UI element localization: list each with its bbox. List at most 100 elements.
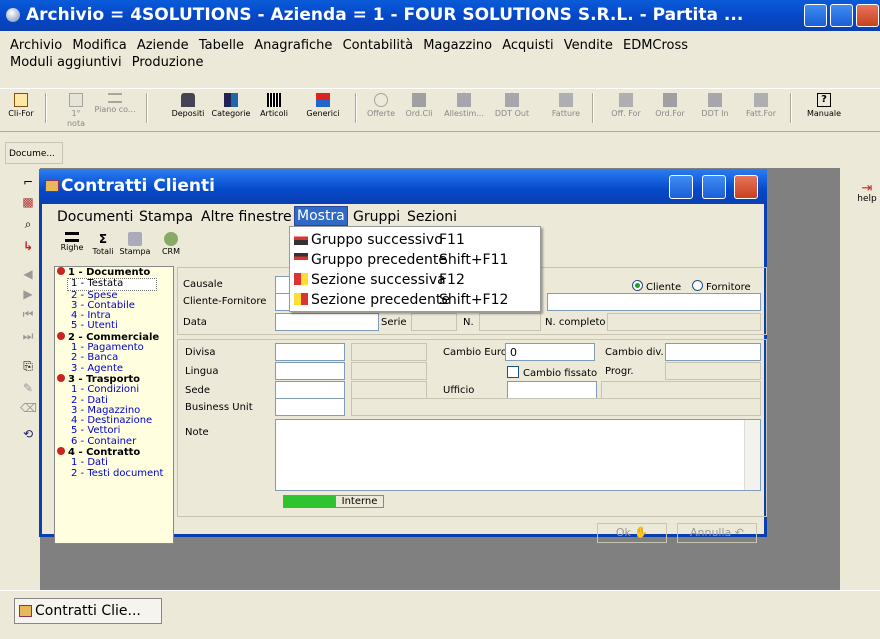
- toolbar-depositi-button[interactable]: Depositi: [168, 93, 208, 119]
- tree-item[interactable]: 2 - Testi document: [55, 468, 173, 479]
- toolbar-ddt-out-button[interactable]: DDT Out: [490, 93, 534, 119]
- gruppo-precedente-item[interactable]: Gruppo precedente Shift+F11: [294, 250, 508, 270]
- tree-item[interactable]: 3 - Agente: [55, 363, 173, 374]
- divisa-desc-field: [351, 343, 427, 361]
- stampa-button[interactable]: Stampa: [118, 232, 152, 257]
- toolbar-generici-button[interactable]: Generici: [303, 93, 343, 119]
- toolbar-fatt-for-button[interactable]: Fatt.For: [740, 93, 782, 119]
- menu-altre-finestre[interactable]: Altre finestre: [199, 206, 294, 228]
- menu-archivio[interactable]: Archivio: [10, 38, 62, 53]
- menu-mostra[interactable]: Mostra: [294, 206, 348, 226]
- group-next-icon: [294, 233, 308, 245]
- menu-acquisti[interactable]: Acquisti: [502, 38, 553, 53]
- next-record-icon[interactable]: ▶: [20, 286, 36, 302]
- crm-button[interactable]: CRM: [156, 232, 186, 257]
- menu-anagrafiche[interactable]: Anagrafiche: [254, 38, 332, 53]
- cliente-fornitore-name-field[interactable]: [547, 293, 761, 311]
- serie-label: Serie: [381, 317, 407, 328]
- help-button[interactable]: ⇥ help: [856, 182, 878, 204]
- section-prev-icon: [294, 293, 308, 305]
- refresh-icon[interactable]: ⟲: [20, 426, 36, 442]
- menu-produzione[interactable]: Produzione: [132, 55, 204, 70]
- n-field[interactable]: [479, 313, 541, 331]
- order-icon: [412, 93, 426, 107]
- fornitore-radio[interactable]: Fornitore: [692, 280, 751, 294]
- menu-sezioni[interactable]: Sezioni: [405, 206, 459, 228]
- toolbar-allestimento-button[interactable]: Allestim...: [442, 93, 486, 119]
- child-maximize-button[interactable]: [702, 175, 726, 199]
- cliente-radio[interactable]: Cliente: [632, 280, 681, 294]
- menu-contabilita[interactable]: Contabilità: [343, 38, 413, 53]
- toolbar-prima-nota-button[interactable]: 1° nota: [62, 93, 90, 129]
- n-completo-field[interactable]: [607, 313, 761, 331]
- divisa-field[interactable]: [275, 343, 345, 361]
- tab-interne[interactable]: Interne: [335, 495, 385, 508]
- tree-group[interactable]: 1 - Documento: [55, 267, 173, 278]
- righe-button[interactable]: Righe: [57, 232, 87, 253]
- document-button[interactable]: Docume...: [5, 142, 63, 164]
- data-field[interactable]: [275, 313, 379, 331]
- last-record-icon[interactable]: ⏭: [20, 328, 36, 344]
- sezione-successiva-item[interactable]: Sezione successiva F12: [294, 270, 465, 290]
- group-bullet-icon: [57, 267, 65, 275]
- minimize-button[interactable]: [804, 4, 827, 27]
- toolbar-piano-conti-button[interactable]: Piano co...: [94, 93, 136, 115]
- cambio-fissato-checkbox[interactable]: Cambio fissato: [507, 366, 597, 380]
- taskbar-contratti-clienti[interactable]: Contratti Clie...: [14, 598, 162, 624]
- menu-tabelle[interactable]: Tabelle: [199, 38, 244, 53]
- toolbar-fatture-button[interactable]: Fatture: [548, 93, 584, 119]
- menu-modifica[interactable]: Modifica: [72, 38, 126, 53]
- mostra-dropdown: Gruppo successivo F11 Gruppo precedente Sh…: [289, 226, 541, 312]
- first-record-icon[interactable]: ◀: [20, 266, 36, 282]
- binoculars-icon[interactable]: ⌕: [20, 216, 36, 232]
- cambio-div-field[interactable]: [665, 343, 761, 361]
- note-textarea[interactable]: [275, 419, 761, 491]
- tree-item[interactable]: 1 - Testata: [67, 278, 157, 291]
- toolbar-ord-cli-button[interactable]: Ord.Cli: [404, 93, 434, 119]
- scan-icon[interactable]: ▩: [20, 194, 36, 210]
- list-icon: [108, 93, 122, 103]
- toolbar-ord-for-button[interactable]: Ord.For: [652, 93, 688, 119]
- corner-icon[interactable]: ⌐: [20, 174, 36, 190]
- cambio-euro-field[interactable]: 0: [505, 343, 595, 361]
- note-scrollbar[interactable]: [744, 420, 760, 490]
- sezione-precedente-item[interactable]: Sezione precedente Shift+F12: [294, 290, 508, 310]
- lingua-field[interactable]: [275, 362, 345, 380]
- toolbar-off-for-button[interactable]: Off. For: [608, 93, 644, 119]
- tree-item[interactable]: 6 - Container: [55, 436, 173, 447]
- annulla-button[interactable]: Annulla ↶: [677, 523, 757, 543]
- child-close-button[interactable]: [734, 175, 758, 199]
- serie-field[interactable]: [411, 313, 457, 331]
- child-minimize-button[interactable]: [669, 175, 693, 199]
- menu-edmcross[interactable]: EDMCross: [623, 38, 688, 53]
- menu-documenti[interactable]: Documenti: [55, 206, 135, 228]
- sede-label: Sede: [185, 385, 210, 396]
- toolbar-articoli-button[interactable]: Articoli: [257, 93, 291, 119]
- totali-button[interactable]: Σ Totali: [88, 232, 118, 257]
- menu-vendite[interactable]: Vendite: [564, 38, 613, 53]
- toolbar-ddt-in-button[interactable]: DDT In: [697, 93, 733, 119]
- gruppo-successivo-item[interactable]: Gruppo successivo F11: [294, 230, 465, 250]
- menu-gruppi[interactable]: Gruppi: [351, 206, 402, 228]
- report-icon[interactable]: ↳: [20, 238, 36, 254]
- edit-icon[interactable]: ✎: [20, 380, 36, 396]
- toolbar-manuale-button[interactable]: ? Manuale: [804, 93, 844, 119]
- toolbar-categorie-button[interactable]: Categorie: [209, 93, 253, 119]
- business-unit-field[interactable]: [275, 398, 345, 416]
- toolbar-offerte-button[interactable]: Offerte: [365, 93, 397, 119]
- sede-field[interactable]: [275, 381, 345, 399]
- close-button[interactable]: [856, 4, 879, 27]
- tree-item[interactable]: 5 - Utenti: [55, 321, 173, 332]
- toolbar-cli-for-button[interactable]: Cli-For: [6, 93, 36, 119]
- menu-moduli-aggiuntivi[interactable]: Moduli aggiuntivi: [10, 55, 122, 70]
- new-record-icon[interactable]: ⎘: [20, 358, 36, 374]
- menu-magazzino[interactable]: Magazzino: [423, 38, 492, 53]
- menu-aziende[interactable]: Aziende: [137, 38, 189, 53]
- tab-stampa[interactable]: Stampa: [283, 495, 336, 508]
- ok-button[interactable]: Ok ✋: [597, 523, 667, 543]
- maximize-button[interactable]: [830, 4, 853, 27]
- ufficio-field[interactable]: [507, 381, 597, 399]
- delete-icon[interactable]: ⌫: [20, 400, 37, 416]
- menu-stampa[interactable]: Stampa: [137, 206, 195, 228]
- prev-page-icon[interactable]: ⏮: [20, 306, 36, 322]
